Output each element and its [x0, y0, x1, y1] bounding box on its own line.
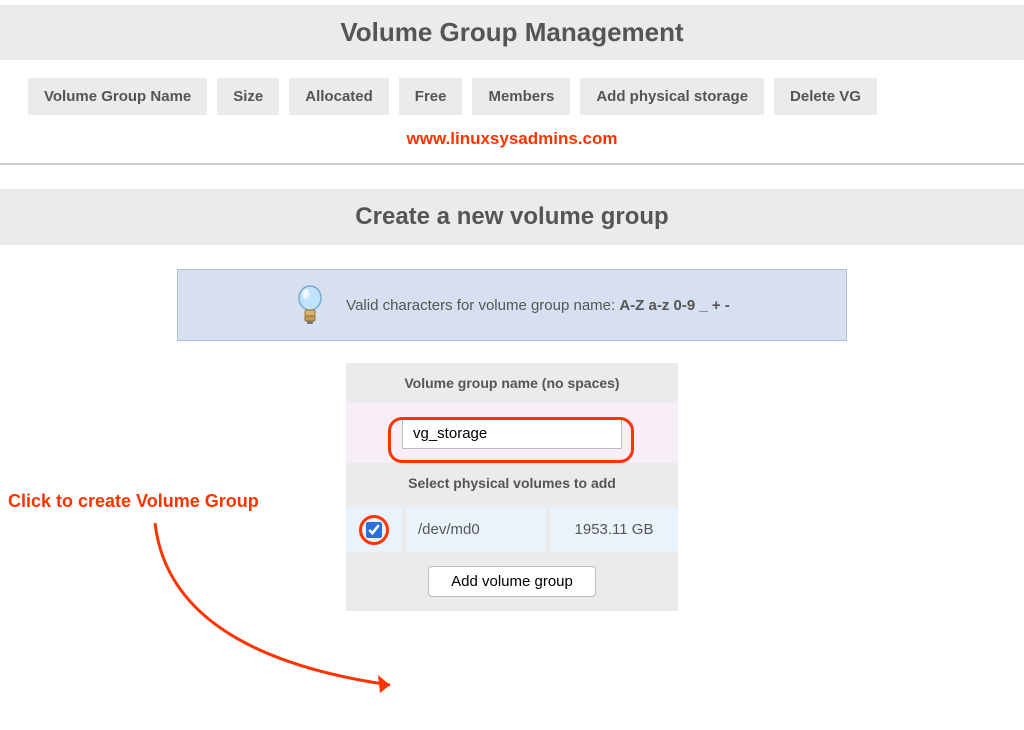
pv-checkbox-cell [346, 508, 406, 552]
col-size: Size [217, 78, 279, 115]
hint-chars: A-Z a-z 0-9 _ + - [619, 297, 729, 314]
section-divider [0, 163, 1024, 165]
watermark-url: www.linuxsysadmins.com [0, 123, 1024, 163]
col-add-storage: Add physical storage [580, 78, 764, 115]
vg-name-input-row [346, 403, 678, 463]
pv-select-label: Select physical volumes to add [346, 463, 678, 503]
lightbulb-icon [294, 284, 326, 326]
annotation-text: Click to create Volume Group [8, 491, 259, 512]
create-vg-form: Volume group name (no spaces) Select phy… [346, 363, 678, 611]
page-header: Volume Group Management [0, 5, 1024, 60]
col-delete-vg: Delete VG [774, 78, 877, 115]
create-header: Create a new volume group [0, 189, 1024, 245]
hint-text: Valid characters for volume group name: [346, 297, 619, 314]
col-members: Members [472, 78, 570, 115]
col-allocated: Allocated [289, 78, 389, 115]
hint-text-wrapper: Valid characters for volume group name: … [346, 297, 730, 314]
col-vg-name: Volume Group Name [28, 78, 207, 115]
vg-name-label: Volume group name (no spaces) [346, 363, 678, 403]
pv-size: 1953.11 GB [550, 507, 678, 552]
submit-row: Add volume group [346, 552, 678, 611]
add-volume-group-button[interactable]: Add volume group [428, 566, 596, 597]
hint-box: Valid characters for volume group name: … [177, 269, 847, 341]
col-free: Free [399, 78, 463, 115]
vg-name-input[interactable] [402, 417, 622, 449]
create-title: Create a new volume group [0, 203, 1024, 231]
page-title: Volume Group Management [0, 17, 1024, 48]
vg-table-headers: Volume Group Name Size Allocated Free Me… [0, 60, 1024, 123]
pv-device: /dev/md0 [406, 507, 550, 552]
pv-checkbox[interactable] [366, 522, 382, 538]
pv-row: /dev/md0 1953.11 GB [346, 507, 678, 552]
